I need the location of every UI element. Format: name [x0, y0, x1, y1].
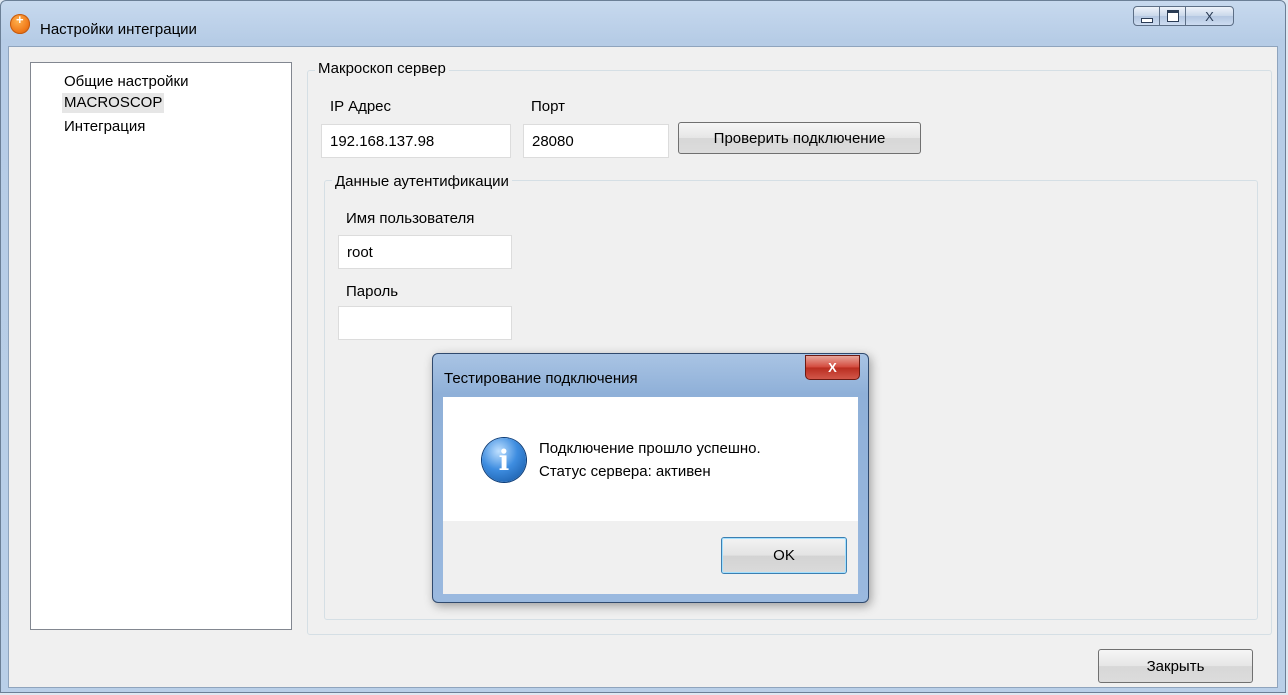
port-label: Порт	[531, 98, 566, 115]
close-icon: X	[1205, 8, 1214, 24]
tree-item-integration[interactable]: Интеграция	[62, 117, 147, 137]
window-close-button[interactable]: X	[1185, 6, 1234, 26]
minimize-button[interactable]	[1133, 6, 1160, 26]
username-field[interactable]: root	[338, 235, 512, 269]
info-icon: i	[482, 438, 526, 482]
ok-button-label: OK	[722, 538, 846, 573]
maximize-icon	[1166, 10, 1179, 22]
port-field[interactable]: 28080	[523, 124, 669, 158]
close-icon: X	[828, 360, 837, 375]
username-label: Имя пользователя	[346, 210, 475, 227]
server-group-title: Макроскоп сервер	[315, 60, 449, 77]
tree-item-macroscop[interactable]: MACROSCOP	[62, 93, 165, 113]
maximize-button[interactable]	[1159, 6, 1186, 26]
nav-tree[interactable]: Общие настройки MACROSCOP Интеграция	[30, 62, 292, 630]
minimize-icon	[1140, 17, 1153, 23]
dialog-close-button[interactable]: X	[805, 355, 860, 380]
auth-group-title: Данные аутентификации	[332, 173, 512, 190]
dialog-title: Тестирование подключения	[444, 370, 638, 387]
tree-item-general-settings[interactable]: Общие настройки	[62, 72, 191, 92]
test-connection-button[interactable]: Проверить подключение	[678, 122, 921, 154]
ip-address-field[interactable]: 192.168.137.98	[321, 124, 511, 158]
dialog-message-line2: Статус сервера: активен	[539, 463, 711, 480]
app-icon	[10, 12, 30, 34]
window-title: Настройки интеграции	[40, 21, 197, 38]
ok-button[interactable]: OK	[721, 537, 847, 574]
ip-address-label: IP Адрес	[330, 98, 392, 115]
password-label: Пароль	[346, 283, 399, 300]
dialog-message-line1: Подключение прошло успешно.	[539, 440, 761, 457]
close-button[interactable]: Закрыть	[1098, 649, 1253, 683]
password-field[interactable]	[338, 306, 512, 340]
